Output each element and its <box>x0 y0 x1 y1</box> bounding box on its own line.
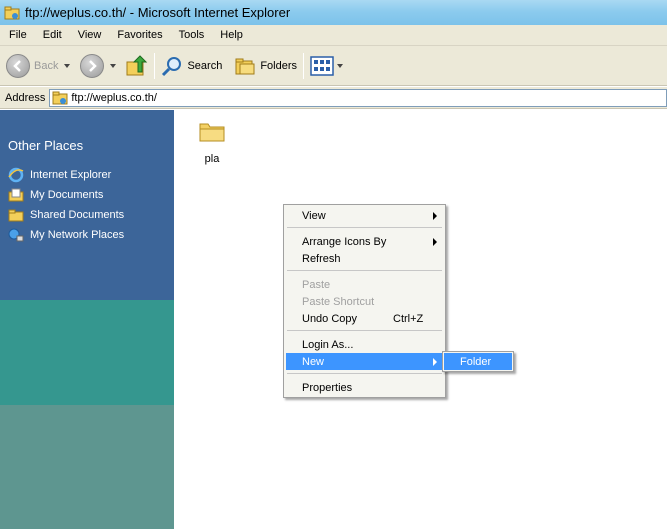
toolbar-separator <box>303 52 305 79</box>
menu-favorites[interactable]: Favorites <box>108 29 169 41</box>
context-menu: View Arrange Icons By Refresh Paste Past… <box>283 204 446 398</box>
address-label: Address <box>5 91 46 104</box>
search-label: Search <box>187 59 223 72</box>
back-label: Back <box>34 59 59 72</box>
menu-item-view[interactable]: View <box>286 207 443 224</box>
task-pane-background <box>0 405 174 529</box>
submenu-arrow-icon <box>433 358 437 366</box>
menu-item-label: Folder <box>460 355 492 368</box>
menu-item-label: View <box>302 209 326 222</box>
submenu-arrow-icon <box>433 212 437 220</box>
menu-item-undo-copy[interactable]: Undo Copy Ctrl+Z <box>286 310 443 327</box>
ie-icon <box>8 167 24 183</box>
menu-item-properties[interactable]: Properties <box>286 379 443 396</box>
menu-item-paste: Paste <box>286 276 443 293</box>
sidebar-item-internet-explorer[interactable]: Internet Explorer <box>8 167 111 183</box>
menu-file[interactable]: File <box>0 29 34 41</box>
sidebar-item-my-documents[interactable]: My Documents <box>8 187 103 203</box>
search-icon <box>162 56 182 76</box>
ftp-folder-icon <box>52 91 68 104</box>
menu-item-new[interactable]: New <box>286 353 443 370</box>
back-arrow-icon <box>6 53 30 78</box>
forward-arrow-icon <box>80 53 105 78</box>
menu-edit[interactable]: Edit <box>34 29 69 41</box>
other-places-heading[interactable]: Other Places <box>8 138 83 153</box>
menu-item-label: Login As... <box>302 338 354 351</box>
menu-separator <box>287 330 442 331</box>
toolbar: Back Search Folders <box>0 46 667 86</box>
menu-item-arrange-icons-by[interactable]: Arrange Icons By <box>286 233 443 250</box>
folders-button[interactable]: Folders <box>234 51 297 81</box>
search-button[interactable]: Search <box>161 51 222 81</box>
title-bar: ftp://weplus.co.th/ - Microsoft Internet… <box>0 0 667 25</box>
views-icon <box>310 55 334 76</box>
up-folder-icon <box>126 54 148 75</box>
file-item-pla[interactable]: pla <box>196 118 228 165</box>
sidebar-item-label: Internet Explorer <box>30 169 112 181</box>
menu-help[interactable]: Help <box>211 29 250 41</box>
address-input[interactable]: ftp://weplus.co.th/ <box>49 88 667 107</box>
sidebar-item-my-network-places[interactable]: My Network Places <box>8 227 124 243</box>
submenu-arrow-icon <box>433 238 437 246</box>
menu-separator <box>287 373 442 374</box>
task-pane-background <box>0 300 174 405</box>
menu-item-login-as[interactable]: Login As... <box>286 336 443 353</box>
menu-item-new-folder[interactable]: Folder <box>444 353 512 370</box>
network-icon <box>8 228 24 242</box>
folder-icon <box>199 123 225 142</box>
task-pane: Other Places Internet Explorer My Docume… <box>0 110 174 529</box>
new-submenu: Folder <box>442 351 514 372</box>
views-button[interactable] <box>310 51 344 81</box>
menu-item-label: Arrange Icons By <box>302 235 387 248</box>
forward-dropdown-icon[interactable] <box>110 63 117 68</box>
menu-item-label: Undo Copy <box>302 312 358 325</box>
file-name: pla <box>204 153 220 165</box>
documents-folder-icon <box>8 188 24 202</box>
menu-item-label: Paste <box>302 278 331 291</box>
ftp-folder-icon <box>4 6 20 19</box>
toolbar-separator <box>154 52 156 79</box>
sidebar-item-shared-documents[interactable]: Shared Documents <box>8 207 124 223</box>
views-dropdown-icon[interactable] <box>337 63 344 68</box>
address-bar: Address ftp://weplus.co.th/ <box>0 87 667 109</box>
menu-item-paste-shortcut: Paste Shortcut <box>286 293 443 310</box>
sidebar-item-label: My Network Places <box>30 229 125 241</box>
address-value: ftp://weplus.co.th/ <box>71 91 157 104</box>
forward-button[interactable] <box>80 51 117 81</box>
window-title: ftp://weplus.co.th/ - Microsoft Internet… <box>25 5 291 20</box>
shortcut-label: Ctrl+Z <box>393 312 424 325</box>
other-places-panel: Other Places Internet Explorer My Docume… <box>0 110 174 300</box>
folders-icon <box>235 58 255 74</box>
menu-item-label: Paste Shortcut <box>302 295 375 308</box>
folders-label: Folders <box>260 59 298 72</box>
up-folder-button[interactable] <box>124 51 148 81</box>
back-button[interactable]: Back <box>6 51 71 81</box>
menu-item-label: Refresh <box>302 252 341 265</box>
menu-item-refresh[interactable]: Refresh <box>286 250 443 267</box>
menu-separator <box>287 227 442 228</box>
back-dropdown-icon[interactable] <box>64 63 71 68</box>
menu-separator <box>287 270 442 271</box>
menu-bar: File Edit View Favorites Tools Help <box>0 25 667 46</box>
menu-item-label: Properties <box>302 381 353 394</box>
menu-item-label: New <box>302 355 325 368</box>
sidebar-item-label: Shared Documents <box>30 209 125 221</box>
menu-tools[interactable]: Tools <box>170 29 212 41</box>
sidebar-item-label: My Documents <box>30 189 104 201</box>
folder-icon <box>8 209 24 222</box>
menu-view[interactable]: View <box>69 29 109 41</box>
